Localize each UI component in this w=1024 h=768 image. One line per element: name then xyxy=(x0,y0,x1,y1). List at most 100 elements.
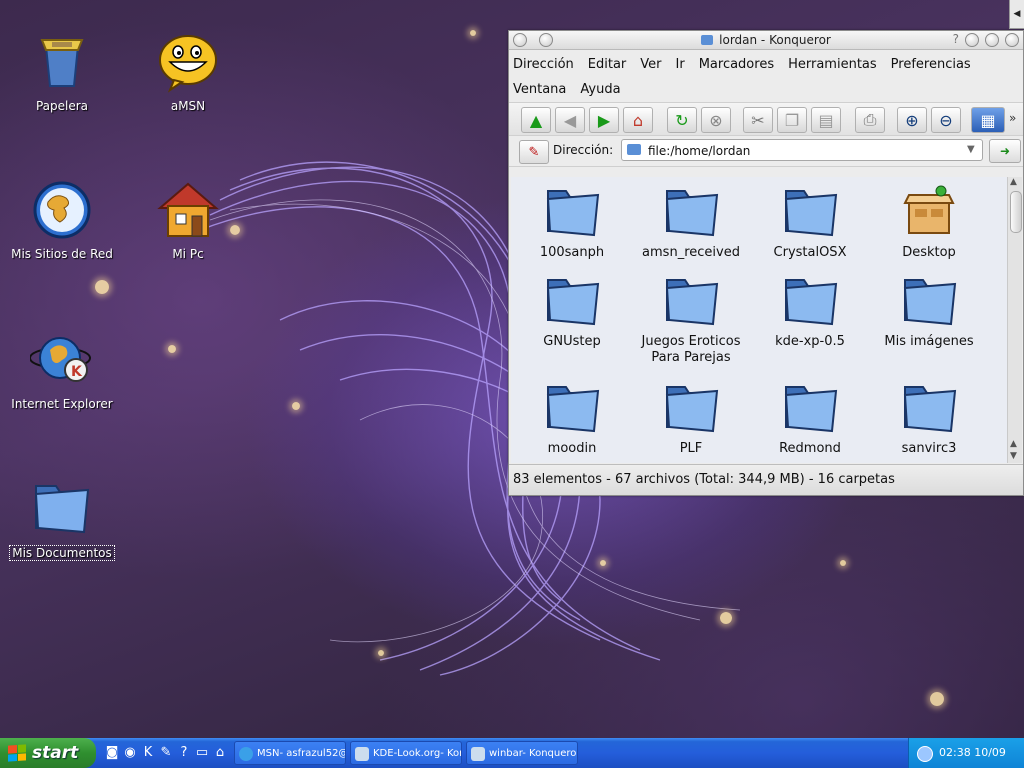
start-button[interactable]: start xyxy=(0,738,96,768)
file-item[interactable]: sanvirc3 xyxy=(870,381,988,457)
sparkle xyxy=(720,612,732,624)
location-label: Dirección: xyxy=(553,143,614,157)
back-button[interactable]: ◀ xyxy=(555,107,585,133)
view-mode-button[interactable]: ▦ xyxy=(971,107,1005,133)
vertical-scrollbar[interactable]: ▲ ▲ ▼ xyxy=(1007,177,1022,463)
desktop-icon-mypc[interactable]: Mi Pc xyxy=(128,178,248,261)
folder-icon xyxy=(627,144,641,155)
sparkle xyxy=(95,280,109,294)
stop-icon: ⊗ xyxy=(709,110,723,130)
desktop-icon-network[interactable]: Mis Sitios de Red xyxy=(2,178,122,261)
file-name: sanvirc3 xyxy=(901,441,957,456)
task-button-winbar[interactable]: winbar- Konqueror xyxy=(466,741,578,765)
house-icon xyxy=(157,182,219,237)
file-item[interactable]: kde-xp-0.5 xyxy=(751,274,869,350)
menu-direccion[interactable]: Dirección xyxy=(513,57,574,72)
go-button[interactable]: ➜ xyxy=(989,139,1021,163)
file-icon-view[interactable]: 100sanph amsn_received CrystalOSX Desktop GN… xyxy=(511,177,1007,463)
zoom-out-button[interactable]: ⊖ xyxy=(931,107,961,133)
desktop-icon-browser[interactable]: K Internet Explorer xyxy=(2,328,122,411)
konqueror-window[interactable]: lordan - Konqueror ? Dirección Editar Ver I… xyxy=(508,30,1024,496)
stop-button[interactable]: ⊗ xyxy=(701,107,731,133)
taskbar: start ◙ ◉ K ✎ ? ▭ ⌂ MSN- asfrazul52@hot … xyxy=(0,738,1024,768)
menu-ventana[interactable]: Ventana xyxy=(513,82,566,97)
scissors-icon: ✂ xyxy=(751,110,765,130)
icon-view-icon: ▦ xyxy=(980,110,996,130)
menu-marcadores[interactable]: Marcadores xyxy=(699,57,774,72)
file-item[interactable]: Desktop xyxy=(870,185,988,261)
reload-icon: ↻ xyxy=(675,110,689,130)
file-item[interactable]: amsn_received xyxy=(632,185,750,261)
up-button[interactable]: ▲ xyxy=(521,107,551,133)
menu-ver[interactable]: Ver xyxy=(640,57,661,72)
task-button-kdelook[interactable]: KDE-Look.org- Konque xyxy=(350,741,462,765)
file-item[interactable]: Juegos Eroticos Para Parejas xyxy=(632,274,750,366)
window-titlebar[interactable]: lordan - Konqueror ? xyxy=(509,31,1023,50)
toolbar-overflow-icon[interactable]: » xyxy=(1009,111,1016,125)
file-item[interactable]: GNUstep xyxy=(513,274,631,350)
go-arrow-icon: ➜ xyxy=(999,144,1011,158)
minimize-button[interactable] xyxy=(965,33,979,47)
system-tray: 02:38 10/09 xyxy=(908,738,1024,768)
desktop-icon-label: Mis Sitios de Red xyxy=(11,247,113,261)
print-button[interactable]: ⎙ xyxy=(855,107,885,133)
cut-button[interactable]: ✂ xyxy=(743,107,773,133)
file-item[interactable]: PLF xyxy=(632,381,750,457)
scroll-up-arrow-icon[interactable]: ▲ xyxy=(1010,177,1017,187)
sparkle xyxy=(930,692,944,706)
copy-button[interactable]: ❐ xyxy=(777,107,807,133)
folder-icon xyxy=(546,386,600,433)
quicklaunch-home-icon[interactable]: ⌂ xyxy=(212,745,228,761)
close-button[interactable] xyxy=(1005,33,1019,47)
location-input[interactable]: file:/home/lordan xyxy=(621,139,983,161)
folder-icon xyxy=(903,386,957,433)
desktop-icon-amsn[interactable]: aMSN xyxy=(128,30,248,113)
quicklaunch-browser-icon[interactable]: ◉ xyxy=(122,745,138,761)
location-dropdown-arrow-icon[interactable]: ▼ xyxy=(967,144,975,155)
task-label: KDE-Look.org- Konque xyxy=(373,748,461,759)
quicklaunch-help-icon[interactable]: ? xyxy=(176,745,192,761)
desktop-icon-label: aMSN xyxy=(170,99,206,113)
panel-hide-button[interactable]: ◀ xyxy=(1009,0,1024,29)
task-button-msn[interactable]: MSN- asfrazul52@hot xyxy=(234,741,346,765)
menu-ayuda[interactable]: Ayuda xyxy=(580,82,620,97)
paste-button[interactable]: ▤ xyxy=(811,107,841,133)
msn-icon xyxy=(239,747,253,761)
maximize-button[interactable] xyxy=(985,33,999,47)
scrollbar-thumb[interactable] xyxy=(1010,191,1022,233)
folder-icon xyxy=(903,279,957,326)
arrow-left-icon: ◀ xyxy=(563,110,577,130)
clock[interactable]: 02:38 10/09 xyxy=(939,746,1006,759)
quicklaunch-kde-icon[interactable]: K xyxy=(140,745,156,761)
zoom-in-icon: ⊕ xyxy=(905,110,919,130)
scroll-down-arrow-icon[interactable]: ▼ xyxy=(1010,451,1017,461)
file-item[interactable]: Redmond xyxy=(751,381,869,457)
task-label: winbar- Konqueror xyxy=(489,748,578,759)
broom-icon: ✎ xyxy=(528,144,540,160)
quicklaunch-terminal-icon[interactable]: ▭ xyxy=(194,745,210,761)
file-item[interactable]: CrystalOSX xyxy=(751,185,869,261)
file-name: Mis imágenes xyxy=(884,334,974,349)
file-item[interactable]: 100sanph xyxy=(513,185,631,261)
menu-ir[interactable]: Ir xyxy=(676,57,685,72)
home-button[interactable]: ⌂ xyxy=(623,107,653,133)
zoom-in-button[interactable]: ⊕ xyxy=(897,107,927,133)
clear-location-button[interactable]: ✎ xyxy=(519,140,549,164)
quicklaunch-desktop-icon[interactable]: ◙ xyxy=(104,745,120,761)
tray-clock-icon[interactable] xyxy=(917,746,933,762)
scroll-up-arrow-icon[interactable]: ▲ xyxy=(1010,439,1017,449)
file-item[interactable]: moodin xyxy=(513,381,631,457)
desktop-icon-documents[interactable]: Mis Documentos xyxy=(2,476,122,561)
menu-preferencias[interactable]: Preferencias xyxy=(891,57,971,72)
forward-button[interactable]: ▶ xyxy=(589,107,619,133)
help-button[interactable]: ? xyxy=(953,32,959,46)
desktop-icon-trash[interactable]: Papelera xyxy=(2,30,122,113)
reload-button[interactable]: ↻ xyxy=(667,107,697,133)
file-name: 100sanph xyxy=(539,245,605,260)
file-item[interactable]: Mis imágenes xyxy=(870,274,988,350)
quicklaunch-editor-icon[interactable]: ✎ xyxy=(158,745,174,761)
menu-herramientas[interactable]: Herramientas xyxy=(788,57,877,72)
menu-editar[interactable]: Editar xyxy=(588,57,627,72)
file-name: PLF xyxy=(679,441,703,456)
window-title: lordan - Konqueror xyxy=(719,33,831,47)
